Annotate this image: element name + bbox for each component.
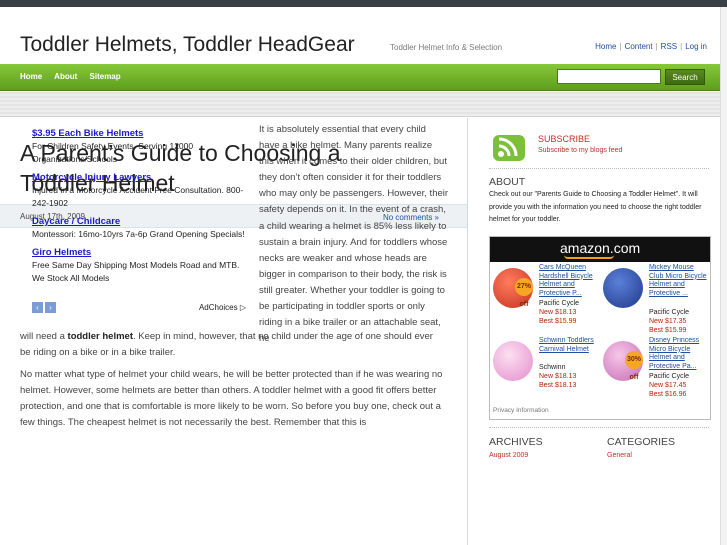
- post-text: will need a: [20, 331, 68, 342]
- privacy-information-link[interactable]: Privacy Information: [493, 407, 549, 414]
- ad-title-giro-helmets[interactable]: Giro Helmets: [32, 246, 250, 259]
- subscribe-subtitle[interactable]: Subscribe to my blogs feed: [538, 147, 622, 154]
- rss-feed-icon[interactable]: [493, 135, 525, 161]
- top-link-rss[interactable]: RSS: [661, 42, 677, 51]
- product-item: 27% off Cars McQueen Hardshell Bicycle H…: [490, 264, 600, 334]
- product-link[interactable]: Mickey Mouse Club Micro Bicycle Helmet a…: [649, 264, 707, 298]
- product-brand: Schwinn: [539, 364, 566, 371]
- ad-item: Daycare / Childcare Montessori: 16mo-10y…: [32, 215, 250, 241]
- ad-item: Motorcycle Injury Lawyers Injured in a M…: [32, 171, 250, 210]
- product-link[interactable]: Disney Princess Micro Bicycle Helmet and…: [649, 337, 707, 371]
- product-new-price: New $18.13: [539, 309, 577, 316]
- product-best-price: Best $15.99: [539, 318, 577, 325]
- ad-block: $3.95 Each Bike Helmets For Children Saf…: [32, 127, 250, 317]
- ad-description: Free Same Day Shipping Most Models Road …: [32, 260, 240, 283]
- top-link-login[interactable]: Log in: [685, 42, 707, 51]
- product-new-price: New $18.13: [539, 373, 577, 380]
- helmet-image[interactable]: [603, 268, 643, 308]
- category-link-general[interactable]: General: [607, 452, 632, 459]
- link-separator: |: [619, 42, 622, 51]
- ad-footer: ‹ › AdChoices ▷: [32, 302, 250, 314]
- ad-next-arrow-icon[interactable]: ›: [45, 302, 56, 313]
- about-text: Check out our "Parents Guide to Choosing…: [489, 191, 702, 223]
- product-item: Mickey Mouse Club Micro Bicycle Helmet a…: [600, 264, 710, 334]
- ad-description: Montessori: 16mo-10yrs 7a-6p Grand Openi…: [32, 229, 245, 239]
- about-heading: ABOUT: [489, 176, 526, 188]
- link-separator: |: [655, 42, 658, 51]
- top-strip: [0, 0, 727, 7]
- product-item: 30% off Disney Princess Micro Bicycle He…: [600, 337, 710, 407]
- product-brand: Pacific Cycle: [649, 309, 690, 316]
- top-link-home[interactable]: Home: [595, 42, 616, 51]
- nav-item-sitemap[interactable]: Sitemap: [90, 72, 121, 81]
- keyword-toddler-helmet: toddler helmet: [67, 331, 133, 342]
- product-link[interactable]: Schwinn Toddlers Carnival Helmet: [539, 337, 597, 354]
- scrollbar[interactable]: [720, 7, 727, 545]
- discount-badge: 27% off: [515, 278, 533, 308]
- site-tagline: Toddler Helmet Info & Selection: [390, 43, 503, 52]
- ad-description: For Children Safety Events. Serving 1200…: [32, 141, 194, 164]
- subscribe-title[interactable]: SUBSCRIBE: [538, 134, 590, 144]
- top-links: Home | Content | RSS | Log in: [595, 42, 707, 51]
- product-brand: Pacific Cycle: [539, 300, 580, 307]
- adchoices-link[interactable]: AdChoices ▷: [199, 303, 246, 312]
- product-new-price: New $17.45: [649, 382, 687, 389]
- categories-heading: CATEGORIES: [607, 436, 676, 448]
- post-paragraph-1: It is absolutely essential that every ch…: [259, 124, 449, 345]
- site-title[interactable]: Toddler Helmets, Toddler HeadGear: [20, 33, 355, 57]
- product-link[interactable]: Cars McQueen Hardshell Bicycle Helmet an…: [539, 264, 597, 298]
- nav-item-home[interactable]: Home: [20, 72, 42, 81]
- post-paragraph-2: No matter what type of helmet your child…: [20, 369, 443, 429]
- link-separator: |: [680, 42, 683, 51]
- amazon-logo[interactable]: amazon.com: [560, 240, 640, 256]
- ad-prev-arrow-icon[interactable]: ‹: [32, 302, 43, 313]
- discount-badge: 30% off: [625, 351, 643, 381]
- search-input[interactable]: [557, 69, 661, 84]
- archives-heading: ARCHIVES: [489, 436, 543, 448]
- nav-item-about[interactable]: About: [54, 72, 77, 81]
- product-best-price: Best $16.96: [649, 391, 687, 398]
- nav-menu: Home About Sitemap: [20, 72, 131, 81]
- ad-title-bike-helmets[interactable]: $3.95 Each Bike Helmets: [32, 127, 250, 140]
- ad-item: Giro Helmets Free Same Day Shipping Most…: [32, 246, 250, 285]
- amazon-widget: amazon.com 27% off Cars McQueen Hardshel…: [489, 236, 711, 420]
- divider: [489, 427, 709, 428]
- amazon-header: amazon.com: [490, 237, 710, 262]
- top-link-content[interactable]: Content: [625, 42, 653, 51]
- product-brand: Pacific Cycle: [649, 373, 690, 380]
- search-button[interactable]: Search: [665, 69, 705, 85]
- helmet-image[interactable]: [493, 341, 533, 381]
- ad-description: Injured in a Motorcycle Accident Free Co…: [32, 185, 244, 208]
- archive-link-august-2009[interactable]: August 2009: [489, 452, 528, 459]
- site-header: Toddler Helmets, Toddler HeadGear Toddle…: [0, 7, 727, 64]
- ad-title-daycare[interactable]: Daycare / Childcare: [32, 215, 250, 228]
- product-best-price: Best $15.99: [649, 327, 687, 334]
- product-best-price: Best $18.13: [539, 382, 577, 389]
- amazon-smile-icon: [564, 255, 614, 259]
- product-new-price: New $17.35: [649, 318, 687, 325]
- post-paragraph-1-continued: will need a toddler helmet. Keep in mind…: [20, 329, 444, 361]
- decorative-band: [0, 92, 727, 117]
- ad-item: $3.95 Each Bike Helmets For Children Saf…: [32, 127, 250, 166]
- ad-title-motorcycle-lawyers[interactable]: Motorcycle Injury Lawyers: [32, 171, 250, 184]
- product-item: Schwinn Toddlers Carnival Helmet Schwinn…: [490, 337, 600, 407]
- divider: [489, 168, 709, 169]
- sidebar: SUBSCRIBE Subscribe to my blogs feed ABO…: [469, 118, 727, 545]
